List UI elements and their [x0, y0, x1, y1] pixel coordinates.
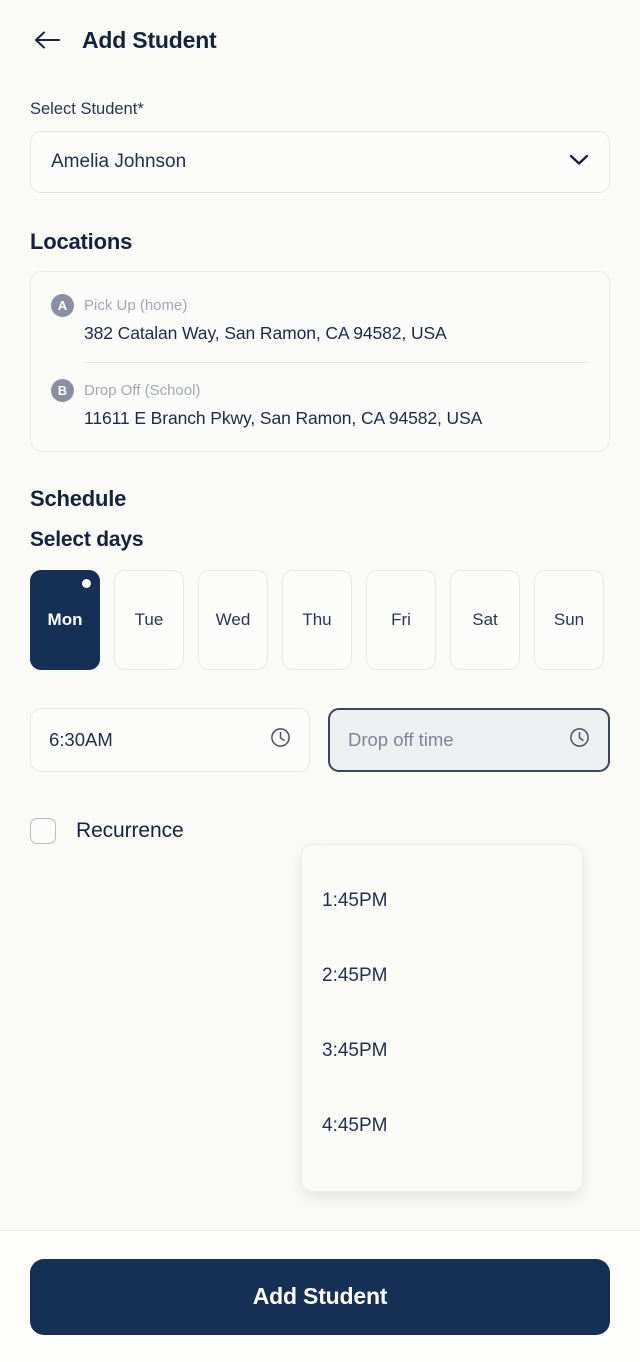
locations-card: A Pick Up (home) 382 Catalan Way, San Ra… — [30, 271, 610, 452]
dropoff-option[interactable]: 3:45PM — [302, 1013, 582, 1088]
dropoff-time-field[interactable]: Drop off time — [328, 708, 610, 772]
dropoff-time-options-dropdown: 1:45PM 2:45PM 3:45PM 4:45PM — [301, 844, 583, 1192]
location-pickup-head: A Pick Up (home) — [51, 294, 589, 317]
location-dropoff[interactable]: B Drop Off (School) 11611 E Branch Pkwy,… — [51, 373, 589, 433]
pickup-time-value: 6:30AM — [49, 729, 270, 751]
location-pickup[interactable]: A Pick Up (home) 382 Catalan Way, San Ra… — [51, 288, 589, 348]
back-button[interactable] — [30, 23, 64, 57]
selected-dot-icon — [82, 579, 91, 588]
day-chip-label: Mon — [48, 610, 83, 630]
footer-bar: Add Student — [0, 1230, 640, 1362]
pickup-time-field[interactable]: 6:30AM — [30, 708, 310, 772]
clock-icon — [569, 727, 590, 753]
location-pickup-address: 382 Catalan Way, San Ramon, CA 94582, US… — [84, 323, 589, 344]
day-chip-label: Thu — [302, 610, 331, 630]
location-pickup-kind: Pick Up (home) — [84, 297, 187, 314]
day-chip-label: Wed — [216, 610, 251, 630]
location-badge-b: B — [51, 379, 74, 402]
dropoff-option[interactable]: 1:45PM — [302, 863, 582, 938]
day-chip-label: Sat — [472, 610, 498, 630]
select-student-dropdown[interactable]: Amelia Johnson — [30, 131, 610, 193]
day-chip-sat[interactable]: Sat — [450, 570, 520, 670]
day-chip-label: Fri — [391, 610, 411, 630]
locations-divider — [84, 362, 589, 363]
location-dropoff-head: B Drop Off (School) — [51, 379, 589, 402]
day-chip-sun[interactable]: Sun — [534, 570, 604, 670]
day-chip-fri[interactable]: Fri — [366, 570, 436, 670]
app-header: Add Student — [0, 0, 640, 62]
location-badge-a: A — [51, 294, 74, 317]
form-content: Select Student* Amelia Johnson Locations… — [0, 62, 640, 1230]
arrow-left-icon — [34, 30, 60, 50]
day-chip-tue[interactable]: Tue — [114, 570, 184, 670]
day-chip-wed[interactable]: Wed — [198, 570, 268, 670]
dropoff-option[interactable]: 4:45PM — [302, 1088, 582, 1163]
time-fields-row: 6:30AM Drop off time — [30, 708, 610, 772]
clock-icon — [270, 727, 291, 753]
day-selector: Mon Tue Wed Thu Fri Sat Sun — [30, 570, 610, 670]
location-dropoff-kind: Drop Off (School) — [84, 382, 200, 399]
page-title: Add Student — [82, 27, 217, 54]
locations-heading: Locations — [30, 229, 610, 255]
day-chip-label: Tue — [135, 610, 164, 630]
recurrence-checkbox[interactable] — [30, 818, 56, 844]
day-chip-label: Sun — [554, 610, 584, 630]
add-student-button[interactable]: Add Student — [30, 1259, 610, 1335]
recurrence-label: Recurrence — [76, 819, 184, 843]
chevron-down-icon — [569, 153, 589, 171]
schedule-heading: Schedule — [30, 486, 610, 512]
add-student-screen: Add Student Select Student* Amelia Johns… — [0, 0, 640, 1362]
select-days-heading: Select days — [30, 528, 610, 552]
select-student-value: Amelia Johnson — [51, 151, 569, 173]
day-chip-mon[interactable]: Mon — [30, 570, 100, 670]
day-chip-thu[interactable]: Thu — [282, 570, 352, 670]
dropoff-option[interactable]: 2:45PM — [302, 938, 582, 1013]
recurrence-row: Recurrence — [30, 818, 610, 844]
dropoff-time-placeholder: Drop off time — [348, 729, 569, 751]
location-dropoff-address: 11611 E Branch Pkwy, San Ramon, CA 94582… — [84, 408, 589, 429]
select-student-label: Select Student* — [30, 100, 610, 119]
